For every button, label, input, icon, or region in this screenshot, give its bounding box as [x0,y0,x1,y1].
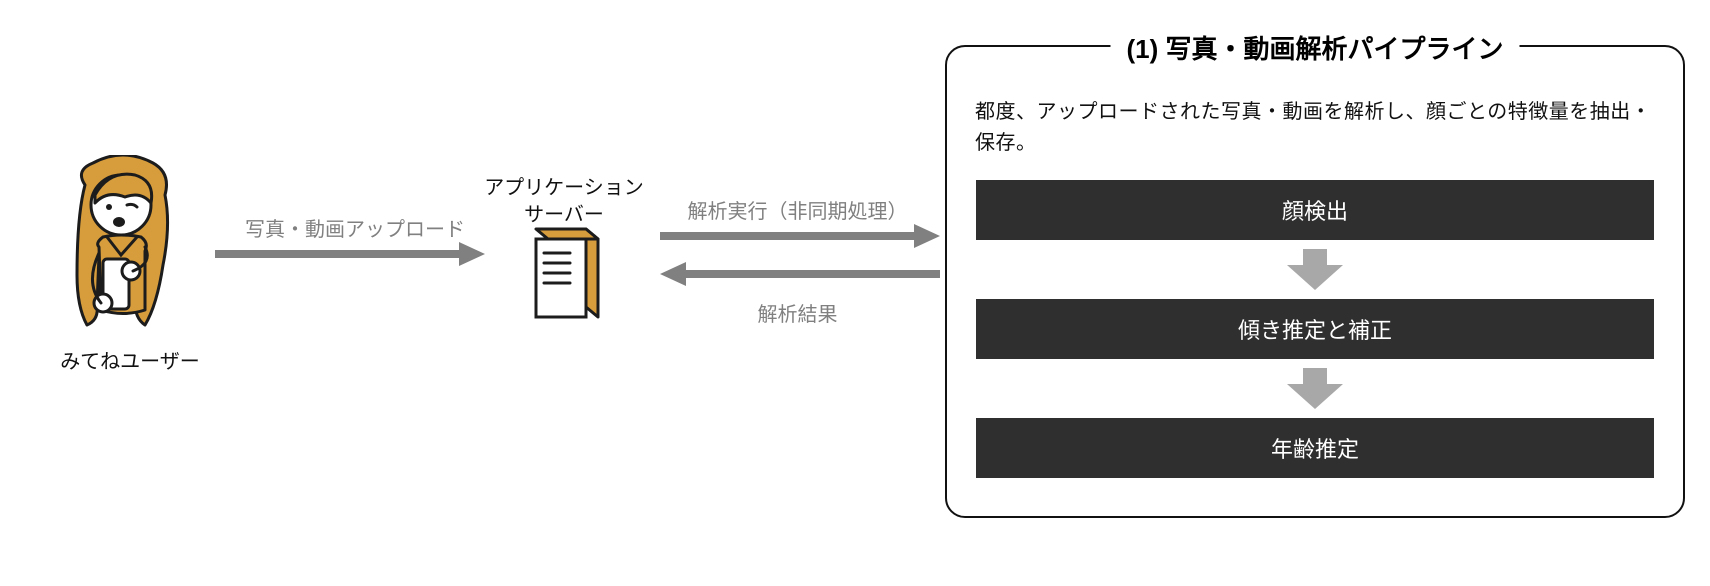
server-label-line2: サーバー [524,204,604,226]
arrow-upload-label: 写真・動画アップロード [230,213,480,242]
arrow-result-label: 解析結果 [665,298,930,327]
pipeline-step-3: 年齢推定 [975,417,1655,479]
arrow-right-icon [215,242,485,266]
chevron-down-icon [975,247,1655,292]
server-label-line1: アプリケーション [484,177,644,199]
arrow-result-icon [660,262,940,286]
pipeline-box: (1) 写真・動画解析パイプライン 都度、アップロードされた写真・動画を解析し、… [945,45,1685,518]
pipeline-step-1: 顔検出 [975,179,1655,241]
user-label: みてねユーザー [55,345,205,374]
pipeline-description: 都度、アップロードされた写真・動画を解析し、顔ごとの特徴量を抽出・保存。 [975,97,1655,159]
chevron-down-icon [975,366,1655,411]
server-label: アプリケーション サーバー [484,175,644,229]
pipeline-title: (1) 写真・動画解析パイプライン [1110,25,1519,70]
pipeline-step-2: 傾き推定と補正 [975,298,1655,360]
arrow-exec-label: 解析実行（非同期処理） [665,195,930,224]
user-illustration [55,155,190,335]
arrow-exec-icon [660,224,940,248]
server-icon [530,225,600,326]
